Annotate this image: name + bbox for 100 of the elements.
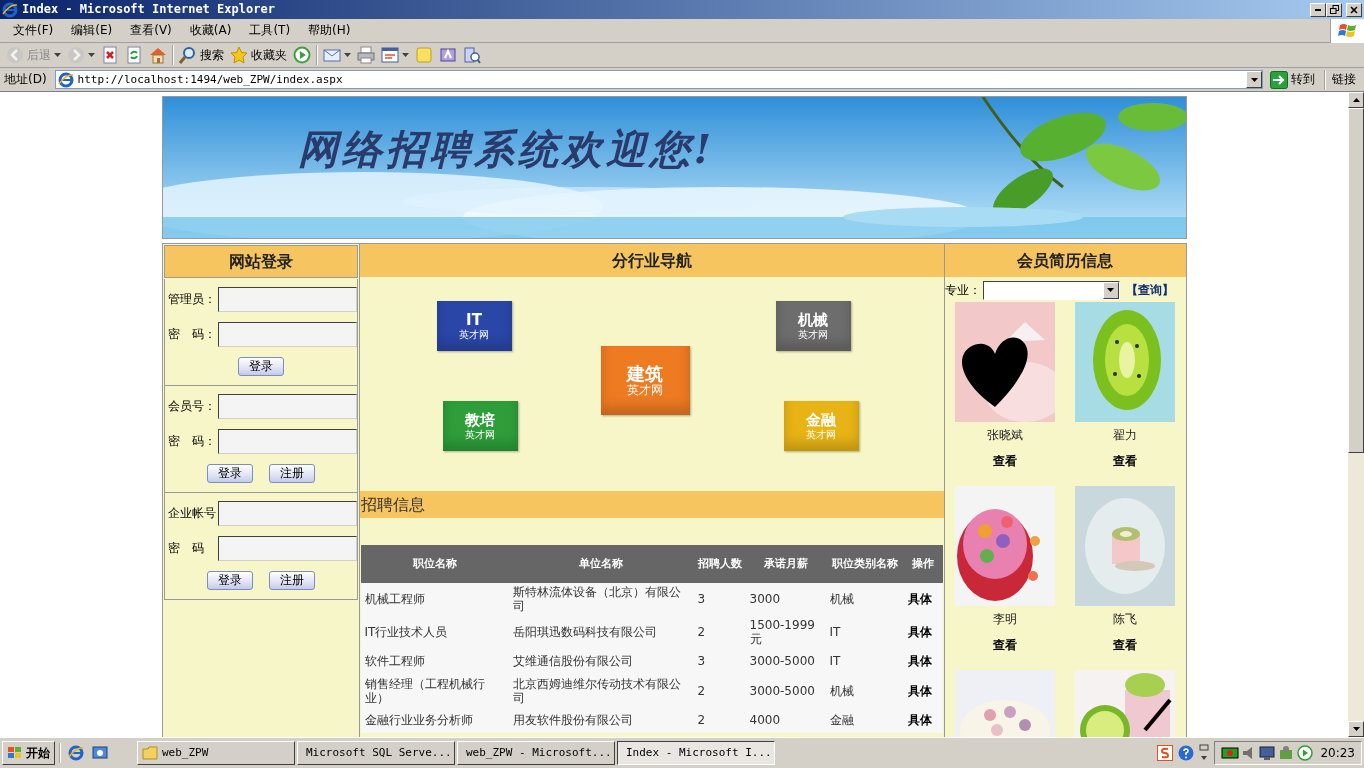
- maximize-button[interactable]: [1326, 2, 1342, 17]
- mail-icon: [323, 46, 341, 64]
- input-field[interactable]: [217, 394, 357, 419]
- taskbar-button[interactable]: Index - Microsoft I...: [617, 741, 775, 765]
- table-cell: IT: [825, 615, 904, 649]
- input-field[interactable]: [217, 322, 357, 347]
- print-button[interactable]: [354, 44, 378, 66]
- forward-icon: [67, 46, 85, 64]
- menu-item[interactable]: 查看(V): [121, 23, 181, 38]
- section-header: 招聘信息: [359, 491, 944, 518]
- scroll-down-button[interactable]: [1348, 721, 1364, 737]
- column-header: 职位类别名称: [825, 545, 904, 583]
- up-arrow-icon: [1352, 98, 1360, 102]
- input-method-icon: [1157, 745, 1174, 761]
- form-button[interactable]: 注册: [268, 464, 315, 483]
- column-header: 承诺月薪: [745, 545, 826, 583]
- panel-header: 网站登录: [163, 245, 358, 278]
- browser-icon: [2, 1, 18, 18]
- industry-link[interactable]: 机械 英才网: [775, 301, 851, 351]
- table-cell: 金融: [825, 707, 904, 734]
- detail-link[interactable]: 具体: [903, 707, 943, 734]
- menu-item[interactable]: 收藏(A): [180, 23, 241, 38]
- refresh-icon: [125, 46, 143, 64]
- minimize-button[interactable]: [1310, 2, 1326, 17]
- member-name: 李明: [992, 612, 1017, 628]
- table-cell: 2: [693, 707, 746, 734]
- table-cell: 3: [693, 583, 746, 616]
- search-icon: [179, 46, 197, 64]
- form-button[interactable]: 注册: [268, 571, 315, 590]
- view-link[interactable]: 查看: [992, 448, 1017, 486]
- help-icon: [1178, 745, 1195, 761]
- go-button[interactable]: 转到: [1267, 68, 1318, 91]
- favorites-button[interactable]: 收藏夹: [227, 44, 290, 66]
- column-header: 职位名称: [360, 545, 509, 583]
- table-cell: 2: [693, 674, 746, 708]
- form-button[interactable]: 登录: [237, 357, 284, 376]
- scroll-up-button[interactable]: [1348, 92, 1364, 108]
- member-name: 张晓斌: [986, 428, 1023, 444]
- home-icon: [149, 46, 167, 64]
- taskbar-button[interactable]: Microsoft SQL Serve...: [297, 741, 455, 765]
- view-link[interactable]: 查看: [1112, 448, 1137, 486]
- input-field[interactable]: [217, 501, 357, 526]
- links-button[interactable]: 链接: [1332, 72, 1364, 87]
- close-button[interactable]: [1346, 2, 1362, 17]
- address-field[interactable]: http://localhost:1494/web_ZPW/index.aspx: [54, 70, 1263, 89]
- edit-icon: [381, 46, 399, 64]
- note-icon: [415, 46, 433, 64]
- clock: 20:23: [1320, 745, 1355, 761]
- desktop-icon: [92, 745, 108, 761]
- close-icon: [1350, 5, 1358, 14]
- language-bar-icon: [1199, 744, 1210, 762]
- input-field[interactable]: [217, 536, 357, 561]
- research-icon: [463, 46, 481, 64]
- table-cell: 3000: [745, 583, 826, 616]
- form-button[interactable]: 登录: [206, 571, 253, 590]
- search-button[interactable]: 搜索: [176, 44, 227, 66]
- menu-item[interactable]: 帮助(H): [299, 23, 360, 38]
- caret-icon: [1107, 288, 1114, 292]
- edit-button[interactable]: [378, 44, 402, 66]
- table-cell: 销售经理（工程机械行业）: [360, 674, 509, 708]
- member-name: 陈飞: [1112, 612, 1137, 628]
- field-label: 会员号：: [166, 399, 217, 414]
- select-field[interactable]: [982, 280, 1120, 300]
- field-label: 企业帐号: [166, 506, 217, 521]
- table-cell: 2: [693, 615, 746, 649]
- member-name: 翟力: [1112, 428, 1137, 444]
- restore-icon: [1329, 5, 1339, 14]
- taskbar-button[interactable]: web_ZPW: [137, 741, 295, 765]
- table-cell: 4000: [745, 707, 826, 734]
- view-link[interactable]: 查看: [992, 632, 1017, 670]
- field-label: 管理员：: [166, 292, 217, 307]
- network-icon: [1221, 745, 1240, 761]
- caret-icon: [1250, 77, 1258, 82]
- scroll-thumb[interactable]: [1348, 108, 1364, 453]
- view-link[interactable]: 查看: [1112, 632, 1137, 670]
- form-button[interactable]: 登录: [206, 464, 253, 483]
- detail-link[interactable]: 具体: [903, 583, 943, 616]
- page-icon: [57, 71, 74, 88]
- menu-item[interactable]: 编辑(E): [62, 23, 122, 38]
- field-label: 密 码：: [166, 434, 217, 449]
- industry-link[interactable]: 教培 英才网: [442, 401, 518, 451]
- menu-item[interactable]: 工具(T): [240, 23, 300, 38]
- input-field[interactable]: [217, 287, 357, 312]
- table-cell: IT行业技术人员: [360, 615, 509, 649]
- column-header: 单位名称: [508, 545, 694, 583]
- url-text: http://localhost:1494/web_ZPW/index.aspx: [77, 72, 344, 87]
- industry-link[interactable]: IT 英才网: [436, 301, 512, 351]
- dropdown-button[interactable]: [1246, 71, 1262, 88]
- table-cell: 1500-1999元: [745, 615, 826, 649]
- table-cell: 3000-5000: [745, 648, 826, 675]
- start-button[interactable]: 开始: [2, 741, 55, 765]
- query-link[interactable]: 【查询】: [1125, 282, 1174, 298]
- input-field[interactable]: [217, 429, 357, 454]
- table-cell: 3000-5000: [745, 674, 826, 708]
- messenger-icon: [439, 46, 457, 64]
- field-label: 密 码：: [166, 327, 217, 342]
- table-cell: 机械: [825, 674, 904, 708]
- down-arrow-icon: [1352, 727, 1360, 731]
- menu-item[interactable]: 文件(F): [4, 23, 63, 38]
- taskbar-button[interactable]: web_ZPW - Microsoft...: [457, 741, 615, 765]
